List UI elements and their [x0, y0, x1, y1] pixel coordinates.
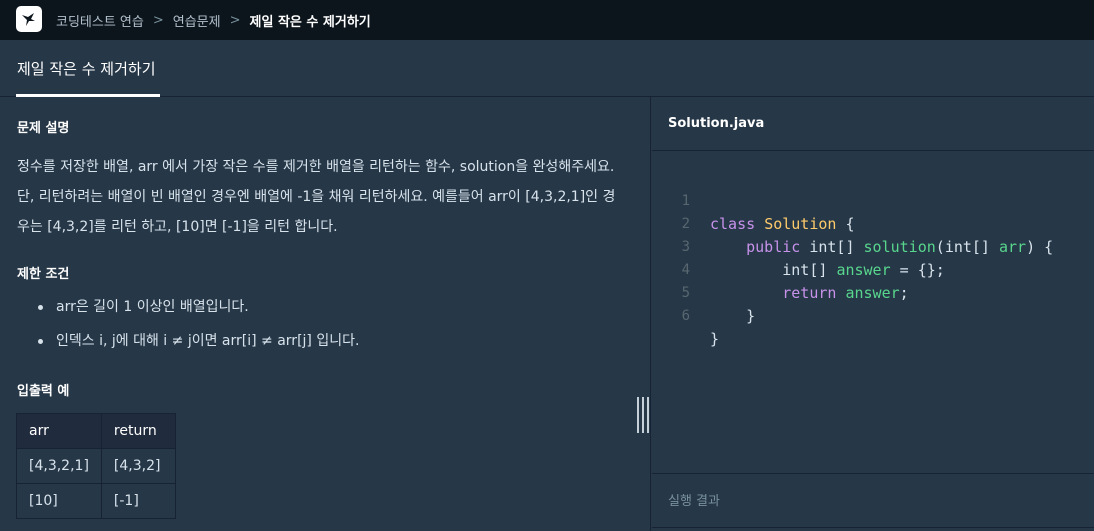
problem-panel: 문제 설명 정수를 저장한 배열, arr 에서 가장 작은 수를 제거한 배열…: [0, 97, 651, 531]
result-panel: 실행 결과: [652, 473, 1094, 531]
line-number: 6: [681, 308, 690, 324]
editor-panel: Solution.java 1 class Solution { 2 publi…: [652, 97, 1094, 531]
code-line[interactable]: 1 class Solution {: [652, 167, 1094, 233]
code-line[interactable]: 5 }: [652, 259, 1094, 325]
file-tab-bar: Solution.java: [652, 97, 1094, 151]
resize-grip-icon: [637, 397, 639, 433]
table-row: [4,3,2,1] [4,3,2]: [16, 448, 176, 484]
list-item: arr은 길이 1 이상인 배열입니다.: [36, 290, 359, 324]
result-label: 실행 결과: [668, 494, 720, 509]
code-line[interactable]: 6 }: [652, 282, 1094, 348]
divider: [652, 527, 1094, 528]
top-navbar: 코딩테스트 연습 > 연습문제 > 제일 작은 수 제거하기: [0, 0, 1094, 40]
table-cell: [4,3,2,1]: [16, 448, 102, 484]
breadcrumb-coding-test[interactable]: 코딩테스트 연습: [56, 11, 144, 30]
code-line[interactable]: 2 public int[] solution(int[] arr) {: [652, 190, 1094, 256]
code-line[interactable]: 3 int[] answer = {};: [652, 213, 1094, 279]
chevron-right-icon: >: [152, 12, 164, 28]
list-item: 인덱스 i, j에 대해 i ≠ j이면 arr[i] ≠ arr[j] 입니다…: [36, 324, 359, 358]
code-editor[interactable]: 1 class Solution { 2 public int[] soluti…: [652, 151, 1094, 473]
table-row: [10] [-1]: [16, 483, 176, 519]
programmers-logo-icon[interactable]: [16, 6, 42, 32]
problem-title-tab[interactable]: 제일 작은 수 제거하기: [16, 40, 157, 97]
table-header-row: arr return: [16, 413, 176, 449]
resize-grip-icon: [642, 397, 644, 433]
table-cell: [-1]: [100, 483, 176, 519]
resize-grip-icon: [647, 397, 649, 433]
description-heading: 문제 설명: [17, 121, 70, 136]
constraints-list: arr은 길이 1 이상인 배열입니다. 인덱스 i, j에 대해 i ≠ j이…: [36, 290, 359, 358]
table-cell: [10]: [16, 483, 102, 519]
chevron-right-icon: >: [229, 12, 241, 28]
constraints-heading: 제한 조건: [17, 267, 70, 282]
problem-description: 정수를 저장한 배열, arr 에서 가장 작은 수를 제거한 배열을 리턴하는…: [17, 159, 616, 235]
file-tab-solution-java[interactable]: Solution.java: [668, 97, 764, 151]
problem-title-bar: 제일 작은 수 제거하기: [0, 40, 1094, 97]
breadcrumb: 코딩테스트 연습 > 연습문제 > 제일 작은 수 제거하기: [56, 0, 371, 40]
code-token: }: [710, 307, 756, 325]
code-line[interactable]: 4 return answer;: [652, 236, 1094, 302]
panel-resize-handle[interactable]: [637, 397, 649, 433]
code-token: }: [710, 330, 720, 348]
breadcrumb-practice[interactable]: 연습문제: [173, 11, 221, 30]
examples-table: arr return [4,3,2,1] [4,3,2] [10] [-1]: [16, 413, 176, 519]
breadcrumb-current-problem: 제일 작은 수 제거하기: [249, 14, 371, 30]
examples-heading: 입출력 예: [17, 384, 70, 399]
table-header: return: [100, 413, 176, 449]
table-header: arr: [16, 413, 102, 449]
table-cell: [4,3,2]: [100, 448, 176, 484]
